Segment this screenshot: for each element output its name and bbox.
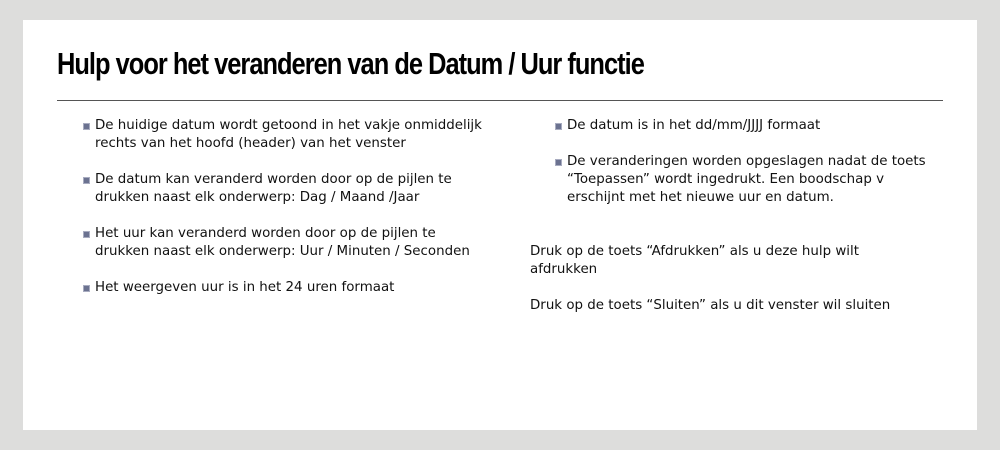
list-item: De veranderingen worden opgeslagen nadat… (555, 153, 935, 207)
square-bullet-icon (555, 123, 562, 130)
list-item: De datum is in het dd/mm/JJJJ formaat (555, 117, 935, 135)
square-bullet-icon (83, 177, 90, 184)
list-item: De huidige datum wordt getoond in het va… (83, 117, 483, 153)
list-item: Het weergeven uur is in het 24 uren form… (83, 279, 483, 297)
list-item: De datum kan veranderd worden door op de… (83, 171, 483, 207)
list-item-text: Het weergeven uur is in het 24 uren form… (95, 280, 395, 295)
help-panel: Hulp voor het veranderen van de Datum / … (23, 20, 977, 430)
square-bullet-icon (83, 123, 90, 130)
left-bullet-list: De huidige datum wordt getoond in het va… (83, 117, 483, 315)
list-item: Het uur kan veranderd worden door op de … (83, 225, 483, 261)
list-item-text: De datum kan veranderd worden door op de… (95, 172, 452, 205)
print-instruction: Druk op de toets “Afdrukken” als u deze … (530, 244, 859, 277)
title-divider (57, 100, 943, 101)
list-item-text: De datum is in het dd/mm/JJJJ formaat (567, 118, 821, 133)
square-bullet-icon (83, 231, 90, 238)
square-bullet-icon (555, 159, 562, 166)
list-item-text: De veranderingen worden opgeslagen nadat… (567, 154, 926, 205)
page-title: Hulp voor het veranderen van de Datum / … (57, 46, 645, 81)
square-bullet-icon (83, 285, 90, 292)
list-item-text: De huidige datum wordt getoond in het va… (95, 118, 482, 151)
list-item-text: Het uur kan veranderd worden door op de … (95, 226, 470, 259)
right-bullet-list: De datum is in het dd/mm/JJJJ formaat De… (555, 117, 935, 225)
close-instruction: Druk op de toets “Sluiten” als u dit ven… (530, 298, 891, 313)
